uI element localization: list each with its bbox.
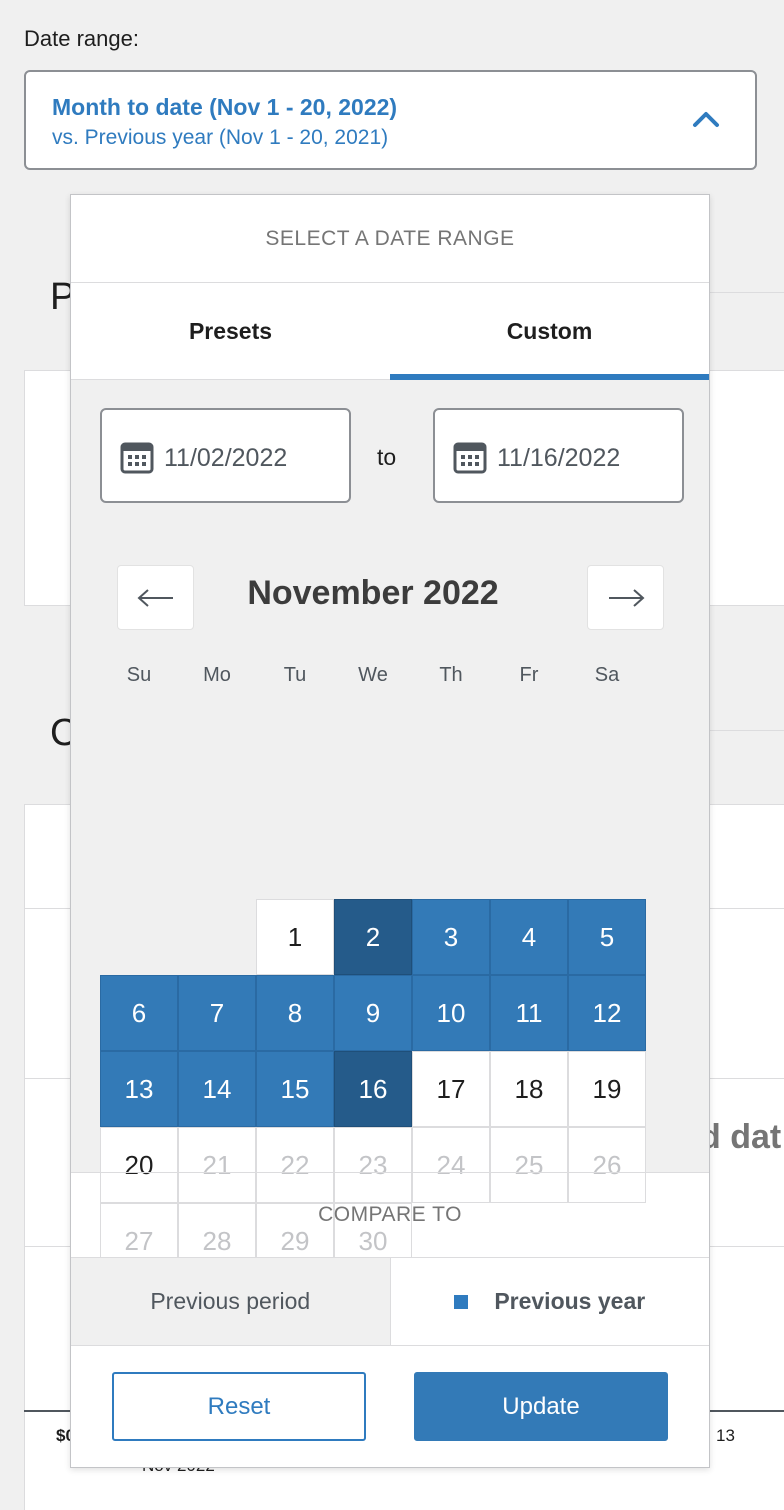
start-date-value: 11/02/2022 (164, 444, 288, 472)
calendar-day[interactable]: 18 (490, 1051, 568, 1127)
month-label: November 2022 (247, 574, 499, 612)
chart-placeholder-text: d dat (700, 1118, 782, 1156)
calendar-day[interactable]: 1 (256, 899, 334, 975)
calendar-icon (120, 442, 154, 474)
calendar-day-in-range[interactable]: 14 (178, 1051, 256, 1127)
compare-option-label: Previous period (150, 1288, 311, 1314)
weekday-label: Mo (203, 664, 231, 686)
calendar-day-range-end[interactable]: 16 (334, 1051, 412, 1127)
selected-indicator-icon (454, 1294, 469, 1309)
calendar-day[interactable]: 19 (568, 1051, 646, 1127)
range-tabs: Presets Custom (71, 283, 709, 380)
weekday-label: Sa (594, 664, 620, 686)
weekday-label: Tu (283, 664, 307, 686)
arrow-right-icon (608, 588, 645, 607)
calendar-day-in-range[interactable]: 6 (100, 975, 178, 1051)
calendar-day-in-range[interactable]: 13 (100, 1051, 178, 1127)
end-date-value: 11/16/2022 (497, 444, 621, 472)
calendar-day-in-range[interactable]: 5 (568, 899, 646, 975)
compare-previous-period[interactable]: Previous period (71, 1258, 391, 1345)
tab-custom[interactable]: Custom (390, 283, 709, 380)
calendar-day-in-range[interactable]: 15 (256, 1051, 334, 1127)
tab-presets[interactable]: Presets (71, 283, 390, 379)
divider (710, 292, 784, 293)
date-range-label: Date range: (24, 26, 139, 51)
date-range-toggle[interactable]: Month to date (Nov 1 - 20, 2022) vs. Pre… (24, 70, 757, 170)
popover-title: SELECT A DATE RANGE (71, 195, 709, 283)
calendar-day-in-range[interactable]: 10 (412, 975, 490, 1051)
weekday-label: Fr (519, 664, 539, 686)
compare-options: Previous period Previous year (71, 1258, 709, 1346)
custom-range-panel: 11/02/2022 to 11/16/2022 November 2022 S… (71, 380, 709, 1279)
weekday-label: Su (126, 664, 152, 686)
end-date-input[interactable]: 11/16/2022 (433, 408, 684, 503)
calendar-day-in-range[interactable]: 11 (490, 975, 568, 1051)
chevron-up-icon (693, 112, 719, 127)
compare-to-title: COMPARE TO (71, 1172, 709, 1258)
calendar-day-in-range[interactable]: 9 (334, 975, 412, 1051)
next-month-button[interactable] (587, 565, 664, 630)
divider (710, 730, 784, 731)
weekday-label: Th (439, 664, 463, 686)
weekday-label: We (358, 664, 388, 686)
calendar-icon (453, 442, 487, 474)
compare-previous-year[interactable]: Previous year (390, 1258, 709, 1345)
to-label: to (377, 444, 397, 470)
date-range-popover: SELECT A DATE RANGE Presets Custom 11/02… (70, 194, 710, 1468)
axis-tick-label: 13 (716, 1426, 735, 1445)
calendar-day-range-start[interactable]: 2 (334, 899, 412, 975)
calendar-day-in-range[interactable]: 3 (412, 899, 490, 975)
calendar-day-in-range[interactable]: 4 (490, 899, 568, 975)
calendar-day-in-range[interactable]: 7 (178, 975, 256, 1051)
selected-range-text: Month to date (Nov 1 - 20, 2022) (52, 94, 398, 120)
compare-range-text: vs. Previous year (Nov 1 - 20, 2021) (52, 126, 389, 149)
update-button[interactable]: Update (414, 1372, 668, 1441)
calendar-day-in-range[interactable]: 8 (256, 975, 334, 1051)
compare-option-label: Previous year (494, 1288, 646, 1314)
start-date-input[interactable]: 11/02/2022 (100, 408, 351, 503)
calendar-day-in-range[interactable]: 12 (568, 975, 646, 1051)
reset-button[interactable]: Reset (112, 1372, 366, 1441)
calendar-day[interactable]: 17 (412, 1051, 490, 1127)
